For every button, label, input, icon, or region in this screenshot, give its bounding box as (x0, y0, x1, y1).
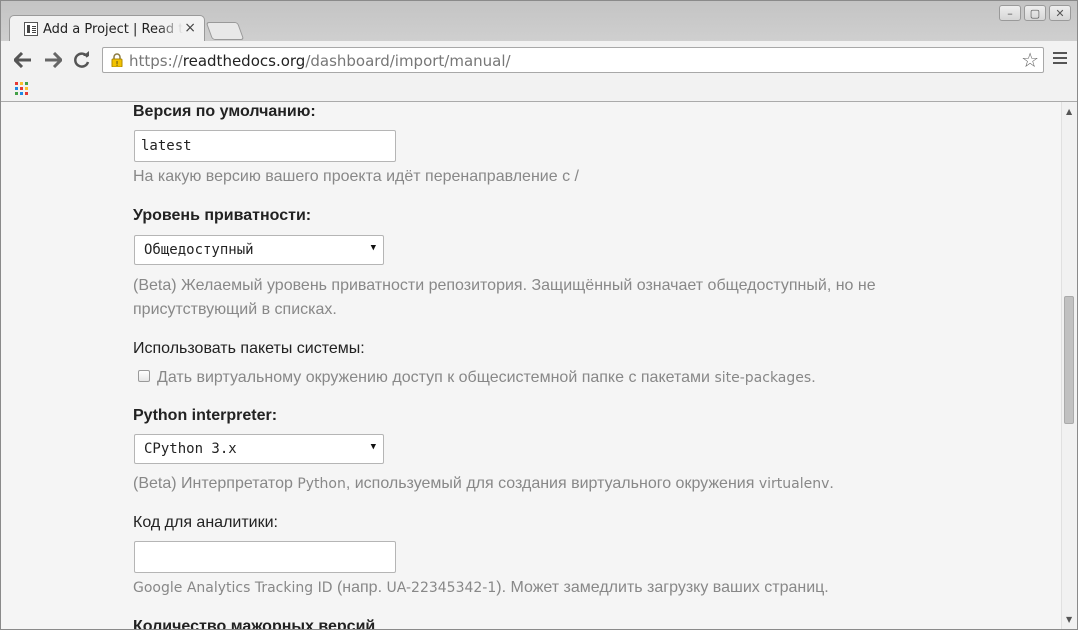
privacy-level-label: Уровень приватности: (133, 207, 312, 224)
default-version-help: На какую версию вашего проекта идёт пере… (133, 168, 579, 185)
analytics-code-label: Код для аналитики: (133, 514, 278, 531)
readthedocs-favicon-icon (24, 22, 38, 36)
warning-lock-icon: ! (111, 53, 123, 67)
page-scrollbar[interactable]: ▲ ▼ (1061, 102, 1077, 629)
page-content: Версия по умолчанию: latest На какую вер… (1, 102, 1061, 629)
privacy-level-help: (Beta) Желаемый уровень приватности репо… (133, 277, 876, 318)
privacy-level-value: Общедоступный (144, 242, 254, 258)
scroll-up-arrow-icon[interactable]: ▲ (1066, 107, 1072, 116)
minimize-button[interactable]: – (999, 5, 1021, 21)
browser-toolbar: ! https://readthedocs.org/dashboard/impo… (1, 41, 1077, 79)
analytics-code-help: Google Analytics Tracking ID (напр. UA-2… (133, 579, 829, 596)
tab-add-project[interactable]: Add a Project | Read the Docs × (9, 15, 205, 42)
browser-window: Add a Project | Read the Docs × – ▢ ✕ ! … (0, 0, 1078, 630)
default-version-input[interactable]: latest (134, 130, 396, 162)
forward-arrow-icon[interactable] (42, 49, 64, 71)
back-arrow-icon[interactable] (12, 49, 34, 71)
close-window-button[interactable]: ✕ (1049, 5, 1071, 21)
analytics-code-input[interactable] (134, 541, 396, 573)
major-versions-label: Количество мажорных версий (133, 618, 376, 629)
privacy-level-select[interactable]: Общедоступный ▼ (134, 235, 384, 265)
hamburger-menu-icon[interactable] (1053, 52, 1067, 66)
python-interpreter-help: (Beta) Интерпретатор Python, используемы… (133, 475, 834, 492)
python-interpreter-select[interactable]: CPython 3.x ▼ (134, 434, 384, 464)
maximize-button[interactable]: ▢ (1024, 5, 1046, 21)
default-version-label: Версия по умолчанию: (133, 103, 316, 120)
system-packages-label: Использовать пакеты системы: (133, 340, 365, 357)
dropdown-caret-icon: ▼ (370, 243, 376, 253)
dropdown-caret-icon: ▼ (370, 442, 376, 452)
python-interpreter-value: CPython 3.x (144, 441, 237, 457)
svg-text:!: ! (116, 60, 119, 67)
system-packages-checkbox[interactable] (138, 370, 150, 382)
address-bar[interactable]: ! https://readthedocs.org/dashboard/impo… (102, 47, 1044, 73)
new-tab-button[interactable] (205, 22, 245, 40)
tab-close-icon[interactable]: × (184, 20, 196, 36)
scrollbar-thumb[interactable] (1064, 296, 1074, 424)
tab-title: Add a Project | Read the Docs (43, 22, 183, 37)
system-packages-help: Дать виртуальному окружению доступ к общ… (157, 369, 816, 386)
python-interpreter-label: Python interpreter: (133, 407, 278, 424)
url-text: https://readthedocs.org/dashboard/import… (129, 52, 511, 70)
apps-grid-icon[interactable] (15, 82, 29, 96)
reload-icon[interactable] (71, 49, 93, 71)
window-controls: – ▢ ✕ (999, 5, 1071, 21)
bookmark-star-icon[interactable]: ☆ (1021, 49, 1039, 71)
tab-strip: Add a Project | Read the Docs × – ▢ ✕ (1, 1, 1077, 42)
scroll-down-arrow-icon[interactable]: ▼ (1066, 615, 1072, 624)
bookmarks-bar (1, 79, 1077, 102)
